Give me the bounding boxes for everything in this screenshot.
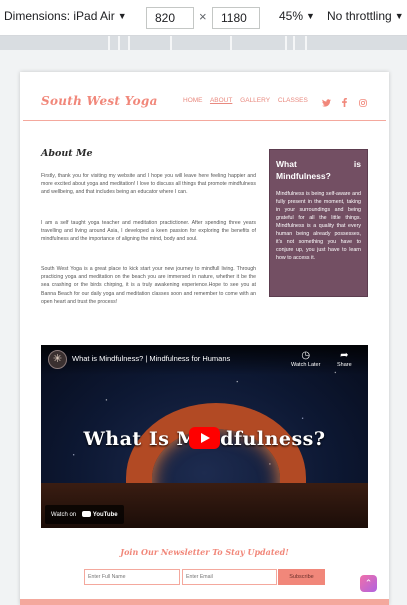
- site-logo[interactable]: South West Yoga: [41, 94, 158, 108]
- about-heading: About Me: [41, 148, 93, 159]
- play-button[interactable]: [189, 427, 220, 449]
- nav-classes[interactable]: CLASSES: [278, 97, 308, 104]
- about-paragraph: Firstly, thank you for visiting my websi…: [41, 173, 256, 196]
- social-links: [322, 94, 374, 112]
- zoom-label: 45%: [279, 9, 304, 23]
- watch-later-button[interactable]: ◷ Watch Later: [291, 350, 320, 368]
- header-divider: [23, 120, 386, 121]
- watch-on-youtube-button[interactable]: Watch on YouTube: [45, 505, 124, 524]
- device-label: Dimensions: iPad Air: [4, 9, 115, 23]
- youtube-logo-icon: [81, 511, 91, 517]
- caret-down-icon: ▼: [394, 11, 404, 21]
- mindfulness-card: What is Mindfulness? Mindfulness is bein…: [269, 149, 368, 297]
- emulated-page: South West Yoga HOME ABOUT GALLERY CLASS…: [20, 72, 389, 605]
- video-embed[interactable]: ✳ What is Mindfulness? | Mindfulness for…: [41, 345, 368, 528]
- zoom-dropdown[interactable]: 45% ▼: [279, 9, 315, 23]
- about-paragraph: I am a self taught yoga teacher and medi…: [41, 220, 256, 243]
- share-arrow-icon: ➦: [340, 350, 349, 361]
- subscribe-button[interactable]: Subscribe: [278, 569, 325, 585]
- newsletter-heading: Join Our Newsletter To Stay Updated!: [120, 547, 289, 557]
- media-query-ruler[interactable]: [0, 36, 407, 50]
- device-dropdown[interactable]: Dimensions: iPad Air ▼: [4, 9, 127, 23]
- youtube-wordmark: YouTube: [92, 512, 118, 518]
- nav-gallery[interactable]: GALLERY: [240, 97, 270, 104]
- facebook-icon[interactable]: [342, 94, 348, 112]
- throttling-label: No throttling: [327, 9, 392, 23]
- nav-about[interactable]: ABOUT: [210, 97, 232, 104]
- nav-home[interactable]: HOME: [183, 97, 203, 104]
- dimension-separator: ×: [199, 9, 207, 24]
- back-to-top-icon[interactable]: ⌃: [360, 575, 377, 592]
- footer-bar: [20, 599, 389, 605]
- devtools-toolbar: Dimensions: iPad Air ▼ 820 × 1180 45% ▼ No…: [0, 0, 407, 36]
- full-name-input[interactable]: [84, 569, 180, 585]
- video-title[interactable]: What is Mindfulness? | Mindfulness for H…: [72, 354, 230, 363]
- width-input[interactable]: 820: [146, 7, 194, 29]
- watch-on-label: Watch on: [51, 512, 77, 518]
- channel-avatar[interactable]: ✳: [48, 350, 67, 369]
- twitter-icon[interactable]: [322, 94, 331, 112]
- share-label: Share: [337, 362, 352, 368]
- email-input[interactable]: [182, 569, 277, 585]
- clock-icon: ◷: [301, 350, 311, 361]
- about-paragraph: South West Yoga is a great place to kick…: [41, 266, 256, 305]
- instagram-icon[interactable]: [359, 94, 367, 112]
- throttling-dropdown[interactable]: No throttling ▼: [327, 9, 404, 23]
- mindfulness-text: Mindfulness is being self-aware and full…: [276, 191, 361, 261]
- mindfulness-title: What is Mindfulness?: [276, 159, 361, 181]
- main-nav: HOME ABOUT GALLERY CLASSES: [183, 97, 314, 104]
- watch-later-label: Watch Later: [291, 362, 321, 368]
- caret-down-icon: ▼: [117, 11, 127, 21]
- height-input[interactable]: 1180: [212, 7, 260, 29]
- caret-down-icon: ▼: [306, 11, 315, 21]
- share-button[interactable]: ➦ Share: [337, 350, 352, 368]
